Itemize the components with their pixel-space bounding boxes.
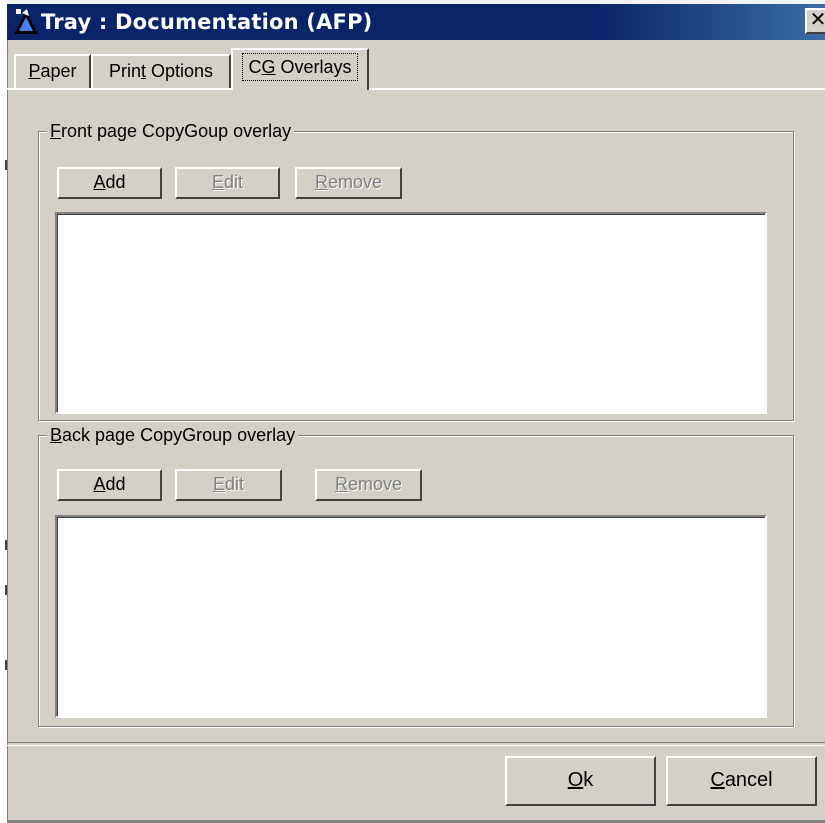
tab-paper[interactable]: Paper [14,54,91,88]
front-page-overlay-group: Front page CopyGoup overlay Add Edit Rem… [38,119,794,421]
back-add-button[interactable]: Add [57,469,162,501]
tray-dialog-window: Tray : Documentation (AFP) ✕ Paper Print… [0,0,825,823]
title-bar[interactable]: Tray : Documentation (AFP) ✕ [7,0,825,40]
back-edit-button[interactable]: Edit [175,469,282,501]
back-overlay-list[interactable] [55,515,767,718]
tray-app-icon [14,9,38,34]
back-remove-button[interactable]: Remove [315,469,422,501]
tab-cg-overlays[interactable]: CG Overlays [231,48,369,90]
back-page-overlay-label: Back page CopyGroup overlay [47,423,299,447]
front-remove-button[interactable]: Remove [295,167,402,199]
window-title: Tray : Documentation (AFP) [41,10,373,34]
footer-separator [7,742,825,746]
tab-print-options[interactable]: Print Options [91,54,231,88]
front-page-overlay-label: Front page CopyGoup overlay [47,119,295,143]
back-page-overlay-group: Back page CopyGroup overlay Add Edit Rem… [38,423,794,727]
front-add-button[interactable]: Add [57,167,162,199]
front-overlay-list[interactable] [55,212,767,414]
close-button[interactable]: ✕ [805,8,825,34]
cancel-button[interactable]: Cancel [666,756,817,806]
front-edit-button[interactable]: Edit [175,167,280,199]
ok-button[interactable]: Ok [505,756,656,806]
tab-cg-overlays-label: CG Overlays [242,53,358,81]
close-icon: ✕ [809,9,825,31]
